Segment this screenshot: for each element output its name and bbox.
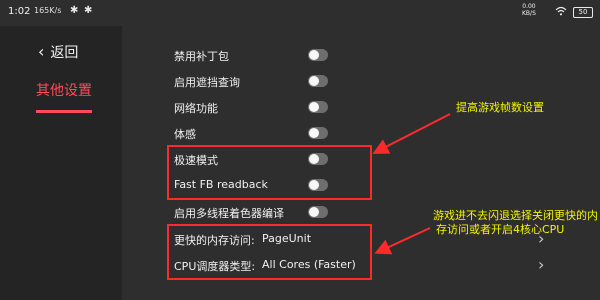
annotation-arrows (372, 113, 451, 255)
arrow-to-fast-mode (372, 113, 451, 154)
app-screen: 1:02 165K/s ✱ ✱ 0.00 KB/S 50 ‹ 返回 其他设置 禁… (0, 0, 600, 300)
annotation-crash-note-line2: 存访问或者开启4核心CPU (436, 223, 565, 236)
annotation-fps-note: 提高游戏帧数设置 (456, 101, 544, 114)
annotation-crash-note-line1: 游戏进不去闪退选择关闭更快的内 (433, 209, 598, 222)
arrow-to-memory-cpu (374, 227, 431, 255)
